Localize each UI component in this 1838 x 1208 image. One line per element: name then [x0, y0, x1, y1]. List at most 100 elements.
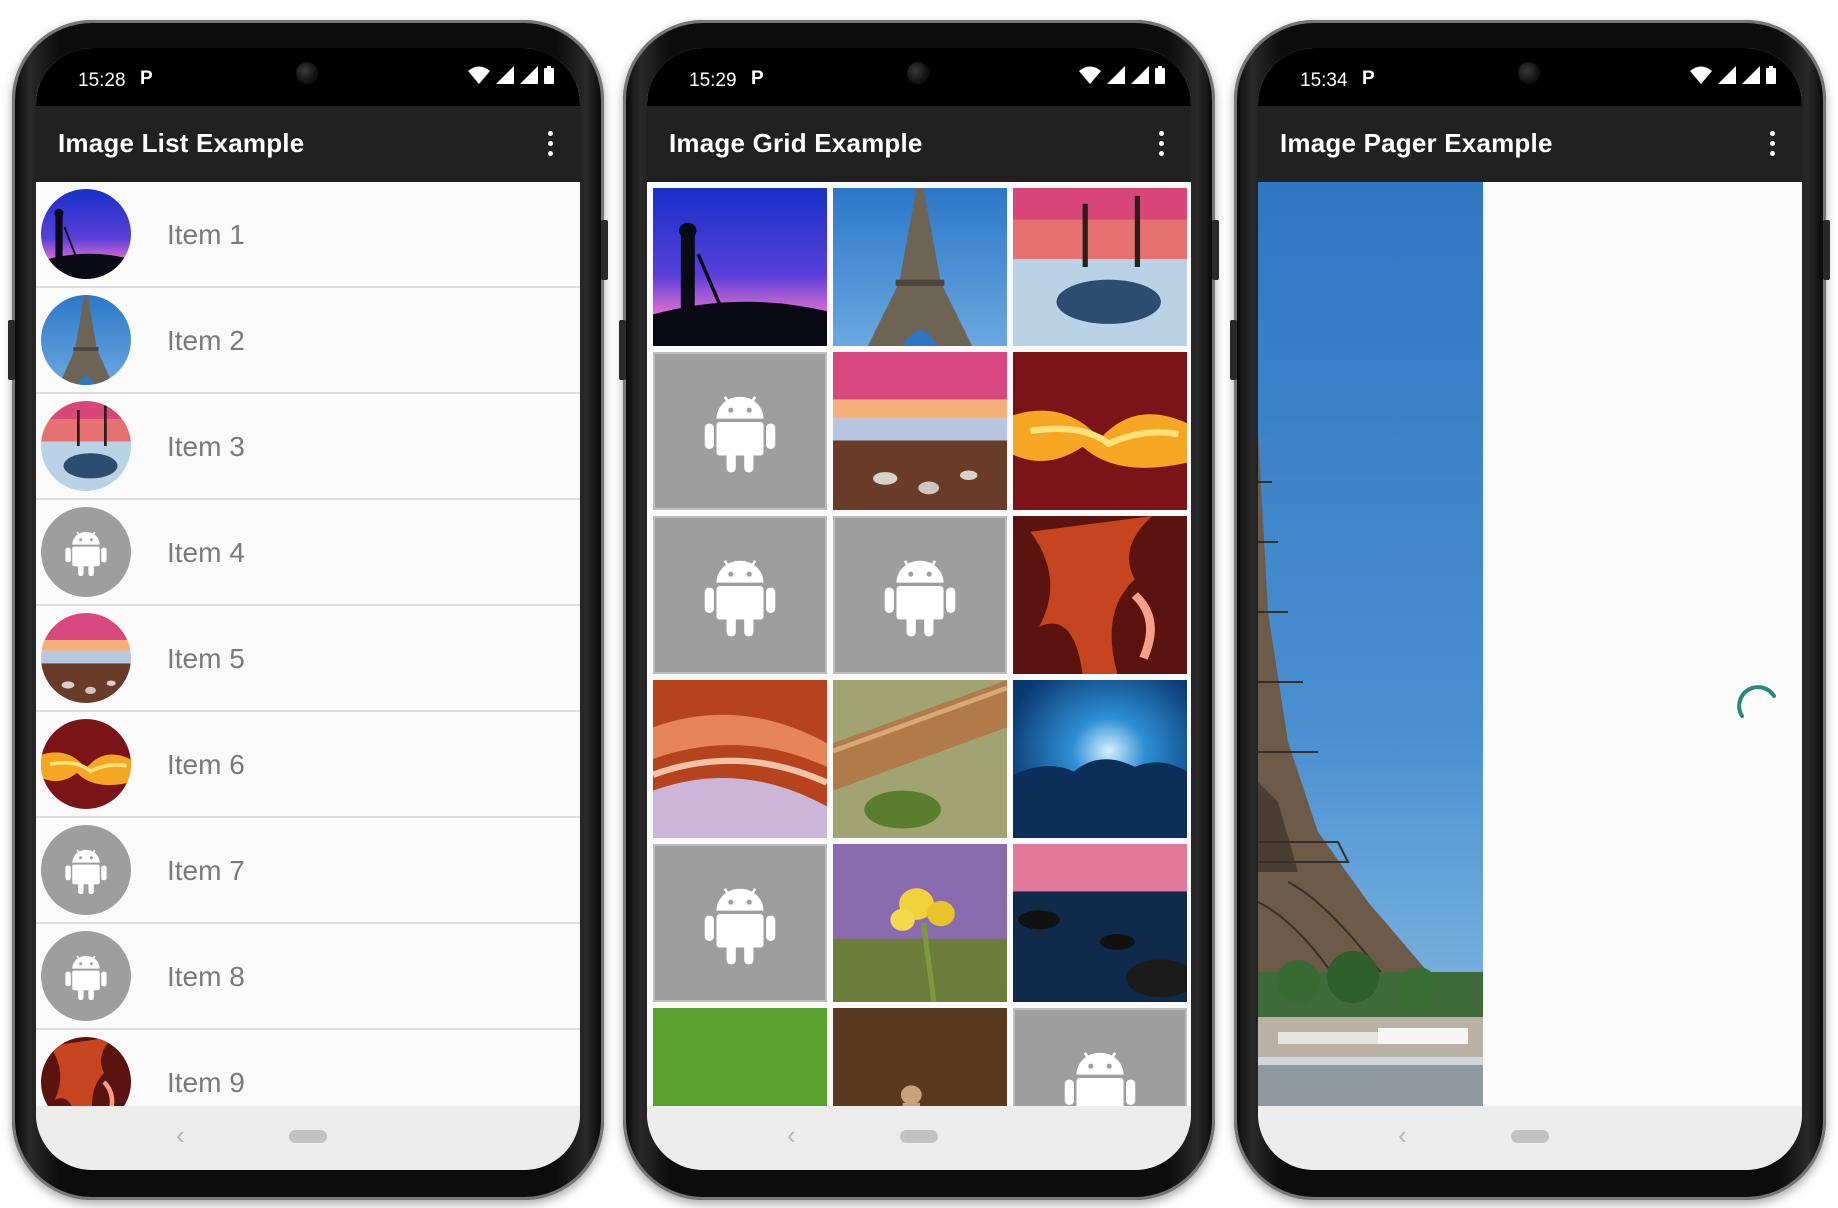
list-item-label: Item 3 [167, 431, 245, 462]
grid-viewport[interactable] [647, 182, 1191, 1106]
grid-image[interactable] [653, 680, 827, 838]
item-thumbnail [41, 719, 131, 809]
item-thumbnail [41, 189, 131, 279]
front-camera-icon [296, 62, 318, 84]
list-item[interactable]: Item 3 [36, 394, 580, 500]
page-title: Image Pager Example [1280, 128, 1553, 158]
grid-image[interactable] [833, 188, 1007, 346]
list-item[interactable]: Item 1 [36, 182, 580, 288]
grid-image[interactable] [833, 680, 1007, 838]
volume-button [1230, 320, 1237, 380]
list-item-label: Item 7 [167, 855, 245, 886]
list-item-label: Item 6 [167, 749, 245, 780]
volume-button [619, 320, 626, 380]
wifi-icon [1079, 66, 1101, 84]
home-pill[interactable] [289, 1130, 327, 1143]
status-time: 15:28 [78, 70, 126, 91]
app-bar: Image List Example [36, 106, 580, 182]
parking-icon: P [140, 68, 153, 89]
home-pill[interactable] [900, 1130, 938, 1143]
nav-bar: ‹ [36, 1106, 580, 1170]
eiffel-tower-photo [1258, 182, 1483, 1106]
image-grid[interactable] [653, 188, 1191, 1106]
list-item[interactable]: Item 7 [36, 818, 580, 924]
volume-button [8, 320, 15, 380]
phone-list: 15:28 P Image List Example Item 1 Item 2I… [8, 20, 608, 1200]
app-bar: Image Pager Example [1258, 106, 1802, 182]
status-time: 15:34 [1300, 70, 1348, 91]
grid-placeholder-android-icon[interactable] [653, 844, 827, 1002]
grid-image[interactable] [653, 188, 827, 346]
signal-icon [1107, 66, 1125, 84]
grid-image[interactable] [833, 1008, 1007, 1106]
status-icons [1690, 66, 1776, 84]
item-thumbnail [41, 295, 131, 385]
list-item-label: Item 8 [167, 961, 245, 992]
page-title: Image List Example [58, 128, 305, 158]
list-item[interactable]: Item 6 [36, 712, 580, 818]
nav-bar: ‹ [647, 1106, 1191, 1170]
list-item-label: Item 1 [167, 219, 245, 250]
loading-spinner-icon [1737, 685, 1776, 718]
overflow-menu-icon[interactable] [540, 128, 560, 160]
android-placeholder-icon [41, 825, 131, 915]
grid-placeholder-android-icon[interactable] [653, 352, 827, 510]
signal-icon-2 [1131, 66, 1149, 84]
screen: 15:28 P Image List Example Item 1 Item 2I… [36, 48, 580, 1170]
signal-icon [1718, 66, 1736, 84]
screen: 15:29 P Image Grid Example ‹ [647, 48, 1191, 1170]
grid-image[interactable] [1013, 680, 1187, 838]
list-item-label: Item 9 [167, 1067, 245, 1098]
list-item[interactable]: Item 5 [36, 606, 580, 712]
grid-placeholder-android-icon[interactable] [833, 516, 1007, 674]
phone-pager: 15:34 P Image Pager Example ‹ [1230, 20, 1830, 1200]
overflow-menu-icon[interactable] [1151, 128, 1171, 160]
grid-image[interactable] [1013, 516, 1187, 674]
back-icon[interactable]: ‹ [176, 1120, 185, 1151]
list-item[interactable]: Item 4 [36, 500, 580, 606]
list-item-label: Item 2 [167, 325, 245, 356]
image-list[interactable]: Item 1 Item 2 Item 3 Item 4 Item 5 Item 6 Item… [36, 182, 580, 1136]
power-button [1212, 220, 1219, 280]
wifi-icon [1690, 66, 1712, 84]
grid-image[interactable] [833, 352, 1007, 510]
power-button [1823, 220, 1830, 280]
screen: 15:34 P Image Pager Example ‹ [1258, 48, 1802, 1170]
grid-image[interactable] [833, 844, 1007, 1002]
signal-icon-2 [520, 66, 538, 84]
android-placeholder-icon [41, 931, 131, 1021]
android-placeholder-icon [41, 507, 131, 597]
page-title: Image Grid Example [669, 128, 923, 158]
list-item[interactable]: Item 2 [36, 288, 580, 394]
grid-image[interactable] [653, 1008, 827, 1106]
signal-icon-2 [1742, 66, 1760, 84]
grid-image[interactable] [1013, 352, 1187, 510]
item-thumbnail [41, 401, 131, 491]
front-camera-icon [1518, 62, 1540, 84]
grid-placeholder-android-icon[interactable] [1013, 1008, 1187, 1106]
item-thumbnail [41, 613, 131, 703]
back-icon[interactable]: ‹ [1398, 1120, 1407, 1151]
home-pill[interactable] [1511, 1130, 1549, 1143]
back-icon[interactable]: ‹ [787, 1120, 796, 1151]
parking-icon: P [751, 68, 764, 89]
pager-image-eiffel-tower[interactable] [1258, 182, 1483, 1106]
wifi-icon [468, 66, 490, 84]
grid-image[interactable] [1013, 188, 1187, 346]
battery-icon [544, 66, 554, 84]
parking-icon: P [1362, 68, 1375, 89]
power-button [601, 220, 608, 280]
list-item[interactable]: Item 8 [36, 924, 580, 1030]
overflow-menu-icon[interactable] [1762, 128, 1782, 160]
grid-image[interactable] [1013, 844, 1187, 1002]
battery-icon [1155, 66, 1165, 84]
signal-icon [496, 66, 514, 84]
nav-bar: ‹ [1258, 1106, 1802, 1170]
list-item-label: Item 5 [167, 643, 245, 674]
phone-grid: 15:29 P Image Grid Example ‹ [619, 20, 1219, 1200]
battery-icon [1766, 66, 1776, 84]
status-icons [1079, 66, 1165, 84]
grid-placeholder-android-icon[interactable] [653, 516, 827, 674]
app-bar: Image Grid Example [647, 106, 1191, 182]
front-camera-icon [907, 62, 929, 84]
